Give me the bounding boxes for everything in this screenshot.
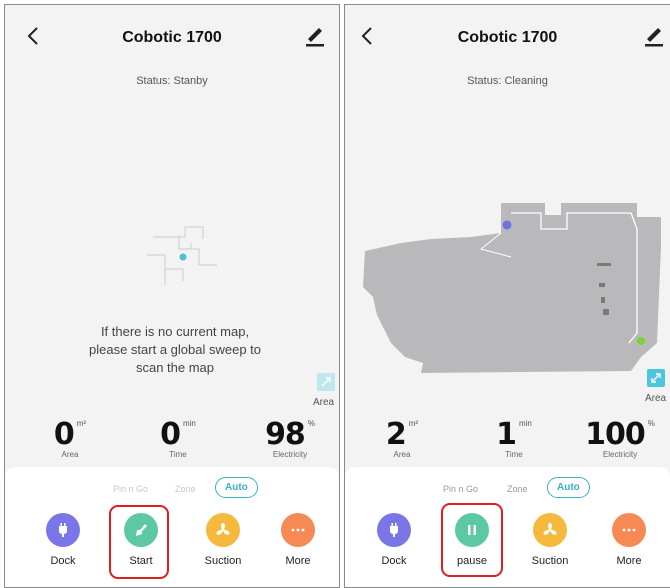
cleaning-map — [363, 203, 661, 373]
expand-icon — [321, 377, 331, 387]
cleaning-screen: Cobotic 1700 Status: Cleaning Area 2 m² A… — [344, 4, 670, 588]
control-panel: Pin n Go Zone Auto Dock pause Suction Mo… — [345, 467, 670, 587]
more-dots-icon — [281, 513, 315, 547]
standby-screen: Cobotic 1700 Status: Stanby If there is … — [4, 4, 340, 588]
no-map-message: If there is no current map, please start… — [89, 324, 261, 375]
more-button[interactable]: More — [598, 513, 660, 567]
fan-icon — [533, 513, 567, 547]
page-title: Cobotic 1700 — [457, 29, 558, 46]
pause-highlight-box — [441, 503, 503, 577]
dock-marker — [502, 220, 512, 230]
header: Cobotic 1700 — [5, 5, 339, 65]
mini-map — [147, 226, 217, 285]
electricity-stat: 100% Electricity — [585, 417, 655, 459]
edit-icon[interactable] — [303, 23, 327, 49]
edit-icon[interactable] — [642, 23, 666, 49]
mode-auto[interactable]: Auto — [215, 477, 258, 498]
suction-button[interactable]: Suction — [519, 513, 581, 567]
area-expand-button[interactable] — [647, 369, 665, 387]
mode-auto[interactable]: Auto — [547, 477, 590, 498]
plug-icon — [46, 513, 80, 547]
area-toggle-label: Area — [313, 397, 335, 408]
fan-icon — [206, 513, 240, 547]
mode-pin-n-go[interactable]: Pin n Go — [443, 484, 478, 494]
start-highlight-box — [109, 505, 169, 579]
plug-icon — [377, 513, 411, 547]
dock-button[interactable]: Dock — [363, 513, 425, 567]
control-panel: Pin n Go Zone Auto Dock Start Suction Mo… — [5, 467, 339, 587]
electricity-stat: 98% Electricity — [265, 417, 315, 459]
dock-button[interactable]: Dock — [32, 513, 94, 567]
page-title: Cobotic 1700 — [122, 29, 222, 46]
time-stat: 1 min Time — [496, 417, 532, 459]
suction-button[interactable]: Suction — [192, 513, 254, 567]
mode-zone[interactable]: Zone — [507, 484, 528, 494]
area-expand-button[interactable] — [317, 373, 335, 391]
mode-zone[interactable]: Zone — [175, 484, 196, 494]
more-button[interactable]: More — [267, 513, 329, 567]
robot-position-marker — [179, 253, 187, 261]
area-toggle-label: Area — [645, 393, 667, 404]
more-dots-icon — [612, 513, 646, 547]
area-stat: 0 m² Area — [53, 417, 87, 459]
expand-icon — [651, 373, 661, 383]
status-text: Status: Cleaning — [467, 75, 548, 87]
status-text: Status: Stanby — [136, 75, 208, 87]
time-stat: 0 min Time — [160, 417, 196, 459]
robot-position-marker — [637, 337, 645, 345]
area-stat: 2 m² Area — [385, 417, 419, 459]
mode-pin-n-go[interactable]: Pin n Go — [113, 484, 148, 494]
header: Cobotic 1700 — [345, 5, 670, 65]
